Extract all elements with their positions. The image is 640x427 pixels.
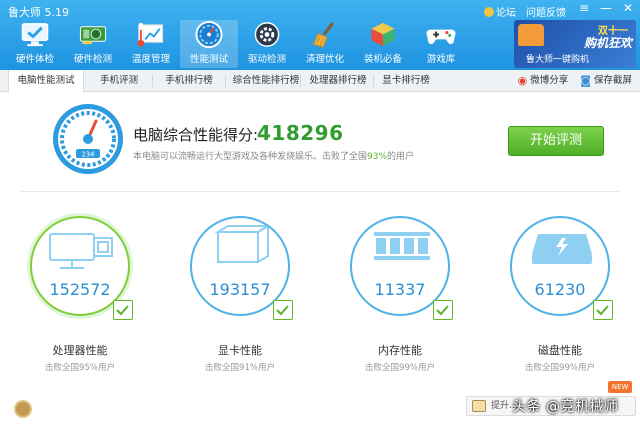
forum-link[interactable]: 论坛 — [484, 4, 516, 19]
cube-box-icon — [371, 22, 395, 47]
gpu-performance-label: 显卡性能 — [218, 344, 262, 357]
check-icon — [593, 300, 613, 320]
driver-gear-icon — [254, 22, 280, 47]
tab-actions: ◉ 微博分享 ◙ 保存截屏 — [518, 70, 632, 92]
watermark: 头条 @竞机械师 — [512, 399, 619, 415]
tab-divider — [225, 75, 226, 87]
check-icon — [113, 300, 133, 320]
cpu-performance-label: 处理器性能 — [52, 344, 108, 357]
weibo-icon: ◉ — [517, 74, 528, 87]
graphics-card-icon — [79, 26, 107, 45]
tool-hardware-checkup[interactable]: 硬件体检 — [6, 20, 64, 68]
performance-gauge-icon: 234 — [53, 104, 123, 174]
app-title: 鲁大师 5.19 — [8, 6, 69, 19]
weibo-share-button[interactable]: ◉ 微博分享 — [518, 70, 569, 92]
cpu-performance-card[interactable]: 152572 处理器性能 击败全国95%用户 — [15, 212, 145, 382]
tool-hardware-detect[interactable]: 硬件检测 — [64, 20, 122, 68]
monitor-check-icon — [21, 23, 49, 47]
cpu-score: 152572 — [49, 280, 111, 299]
minimize-icon[interactable]: — — [598, 1, 614, 15]
memory-score: 11337 — [374, 280, 426, 299]
gamepad-icon — [426, 29, 456, 45]
tab-divider — [152, 75, 153, 87]
gpu-beat-text: 击败全国91%用户 — [205, 363, 275, 373]
disk-performance-label: 磁盘性能 — [538, 344, 582, 357]
header-links: 论坛 问题反馈 — [484, 4, 566, 19]
tool-cleanup[interactable]: 清理优化 — [296, 20, 354, 68]
mascot-avatar[interactable] — [14, 400, 32, 418]
promo-illustration — [518, 24, 544, 46]
camera-icon: ◙ — [580, 74, 591, 87]
new-badge: NEW — [608, 381, 632, 393]
disk-score: 61230 — [534, 280, 586, 299]
save-screenshot-button[interactable]: ◙ 保存截屏 — [580, 70, 632, 92]
tab-phone-ranking[interactable]: 手机排行榜 — [156, 70, 222, 92]
tool-game-library[interactable]: 游戏库 — [412, 20, 470, 68]
tool-performance-test[interactable]: 性能测试 — [180, 20, 238, 68]
tool-essentials[interactable]: 装机必备 — [354, 20, 412, 68]
tab-gpu-ranking[interactable]: 显卡排行榜 — [376, 70, 436, 92]
start-evaluation-button[interactable]: 开始评测 — [508, 126, 604, 156]
gpu-score: 193157 — [209, 280, 271, 299]
window-controls: ≡ — ✕ — [576, 1, 636, 15]
section-divider — [20, 191, 620, 192]
tool-bar: 硬件体检 硬件检测 温度管理 性能测试 驱动检测 清理优化 装机必备 游戏库 — [6, 20, 470, 68]
memory-beat-text: 击败全国99%用户 — [365, 363, 435, 373]
tab-cpu-ranking[interactable]: 处理器排行榜 — [303, 70, 373, 92]
feedback-link[interactable]: 问题反馈 — [526, 4, 566, 19]
tab-pc-performance[interactable]: 电脑性能测试 — [8, 70, 84, 93]
check-icon — [433, 300, 453, 320]
close-icon[interactable]: ✕ — [620, 1, 636, 15]
overall-score: 418296 — [257, 121, 344, 145]
coin-icon — [484, 7, 494, 17]
speedometer-icon — [195, 20, 223, 49]
disk-performance-card[interactable]: 61230 磁盘性能 击败全国99%用户 — [495, 212, 625, 382]
score-label: 电脑综合性能得分: — [133, 126, 259, 144]
promo-banner[interactable]: 双十一 购机狂欢 鲁大师一键购机 — [514, 20, 636, 68]
tab-overall-ranking[interactable]: 综合性能排行榜 — [228, 70, 304, 92]
tool-driver-detect[interactable]: 驱动检测 — [238, 20, 296, 68]
cpu-beat-text: 击败全国95%用户 — [45, 363, 115, 373]
memory-performance-card[interactable]: 11337 内存性能 击败全国99%用户 — [335, 212, 465, 382]
tab-divider — [300, 75, 301, 87]
menu-icon[interactable]: ≡ — [576, 1, 592, 15]
gauge-readout: 234 — [82, 151, 95, 159]
check-icon — [273, 300, 293, 320]
tab-bar: 电脑性能测试 手机评测 手机排行榜 综合性能排行榜 处理器排行榜 显卡排行榜 ◉… — [0, 70, 640, 93]
memory-performance-label: 内存性能 — [378, 344, 422, 357]
disk-beat-text: 击败全国99%用户 — [525, 363, 595, 373]
score-description: 本电脑可以流畅运行大型游戏及各种发烧娱乐。击败了全国93%的用户 — [133, 152, 415, 162]
title-bar: 鲁大师 5.19 论坛 问题反馈 ≡ — ✕ 硬件体检 硬件检测 温度管理 性能… — [0, 0, 640, 70]
thermometer-chart-icon — [137, 22, 164, 47]
tool-temperature[interactable]: 温度管理 — [122, 20, 180, 68]
tab-phone-review[interactable]: 手机评测 — [88, 70, 150, 92]
upgrade-icon — [472, 400, 486, 412]
broom-icon — [312, 22, 334, 48]
gpu-performance-card[interactable]: 193157 显卡性能 击败全国91%用户 — [175, 212, 305, 382]
tab-divider — [373, 75, 374, 87]
